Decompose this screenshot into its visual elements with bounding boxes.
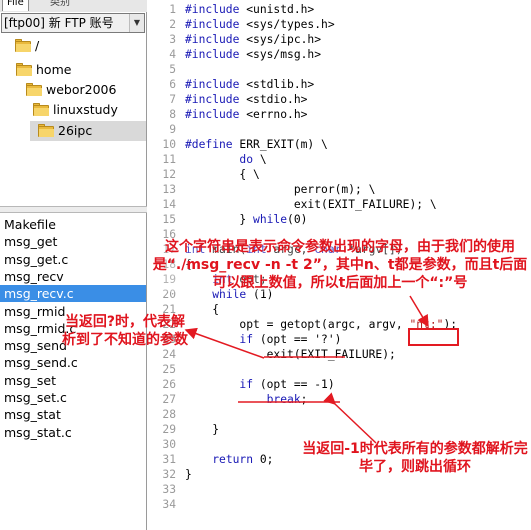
file-list-item[interactable]: msg_stat.c [0,424,146,441]
tree-node[interactable]: 26ipc [30,121,146,141]
line-number: 15 [162,213,176,226]
line-number: 8 [169,108,176,121]
line-number: 4 [169,48,176,61]
folder-icon [38,124,54,137]
file-list-item[interactable]: msg_recv.c [0,285,146,303]
code-line: #include <sys/types.h> [185,18,335,31]
file-list-item[interactable]: msg_set.c [0,389,146,406]
line-number: 6 [169,78,176,91]
code-line: #include <stdlib.h> [185,78,315,91]
code-line: } while(0) [185,213,308,226]
file-list-item[interactable]: msg_stat [0,406,146,423]
line-number: 11 [162,153,176,166]
tab-category[interactable]: 类别 [46,0,74,11]
code-line: exit(EXIT_FAILURE); [185,348,396,361]
folder-icon [16,63,32,76]
code-line: exit(EXIT_FAILURE); \ [185,198,437,211]
line-number: 34 [162,498,176,511]
tree-node[interactable]: linuxstudy [33,100,118,120]
chevron-down-icon[interactable]: ▼ [129,14,144,32]
code-line: if (opt == -1) [239,378,335,391]
line-number: 10 [162,138,176,151]
code-line: break; [266,393,308,406]
code-line: if (opt == '?') [239,333,342,346]
annotation-optstring: 这个字符串是表示命令参数出现的字母，由于我们的使用是“./msg_recv -n… [150,238,530,292]
code-line: #include <sys/msg.h> [185,48,322,61]
tree-node[interactable]: webor2006 [26,80,116,100]
panel-tabs: File 类别 [0,0,147,12]
line-number: 30 [162,438,176,451]
line-number: 3 [169,33,176,46]
file-browser-pane: File 类别 [ftp00] 新 FTP 账号 ▼ / home webor200… [0,0,147,530]
tree-node-label: home [36,62,72,77]
site-select-label: [ftp00] 新 FTP 账号 [4,16,114,30]
code-line: #define ERR_EXIT(m) \ [185,138,328,151]
file-list-item[interactable]: msg_recv [0,268,146,285]
tree-node-label: webor2006 [46,82,117,97]
line-number: 29 [162,423,176,436]
line-number: 33 [162,483,176,496]
line-number: 31 [162,453,176,466]
optstring-highlight-box [408,328,459,346]
line-number: 12 [162,168,176,181]
tree-node[interactable]: / [15,36,39,56]
code-line: #include <errno.h> [185,108,308,121]
line-number: 26 [162,378,176,391]
code-line: do \ [239,153,267,166]
tree-node-label: linuxstudy [53,102,118,117]
line-number: 5 [169,63,176,76]
code-line: #include <sys/ipc.h> [185,33,322,46]
code-line: #include <stdio.h> [185,93,308,106]
line-number: 7 [169,93,176,106]
line-number: 28 [162,408,176,421]
ftp-site-select[interactable]: [ftp00] 新 FTP 账号 ▼ [1,13,145,33]
code-line: perror(m); \ [185,183,376,196]
line-number: 25 [162,363,176,376]
code-line: #include <unistd.h> [185,3,315,16]
file-list-item[interactable]: msg_get [0,233,146,250]
pane-splitter[interactable] [0,206,147,213]
code-line: } [185,468,192,481]
folder-icon [26,83,42,96]
file-list-item[interactable]: msg_send.c [0,354,146,371]
code-line: } [185,423,220,436]
line-number: 27 [162,393,176,406]
annotation-question-mark: 当返回?时，代表解析到了不知道的参数 [62,314,188,348]
code-line: return 0; [212,453,274,466]
tree-node-label: / [35,38,40,53]
line-number: 9 [169,123,176,136]
tree-node-label: 26ipc [58,123,93,138]
line-number: 2 [169,18,176,31]
tree-node[interactable]: home [16,60,71,80]
line-number: 14 [162,198,176,211]
annotation-minus-one: 当返回-1时代表所有的参数都解析完毕了，则跳出循环 [302,441,528,475]
line-number: 24 [162,348,176,361]
code-line: { \ [185,168,260,181]
code-line: { [185,303,220,316]
file-list-item[interactable]: Makefile [0,216,146,233]
line-number: 13 [162,183,176,196]
line-number: 1 [169,3,176,16]
folder-icon [33,103,49,116]
line-number: 32 [162,468,176,481]
file-list: Makefile msg_get msg_get.c msg_recv msg_recv… [0,214,146,530]
file-list-item[interactable]: msg_set [0,372,146,389]
file-list-item[interactable]: msg_get.c [0,251,146,268]
folder-tree: / home webor2006 linuxstudy 26ipc [0,36,146,206]
tab-file[interactable]: File [2,0,29,11]
folder-icon [15,39,31,52]
